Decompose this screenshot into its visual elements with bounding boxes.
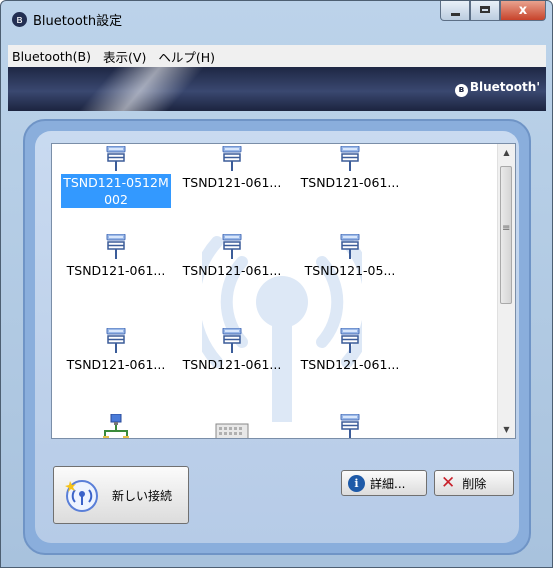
device-item[interactable] xyxy=(172,414,292,438)
device-label: TSND121-061... xyxy=(182,357,282,372)
serial-port-device-icon xyxy=(339,414,361,438)
device-item[interactable] xyxy=(56,414,176,438)
serial-port-device-icon xyxy=(105,328,127,354)
device-label: TSND121-061... xyxy=(66,357,166,372)
device-item[interactable]: TSND121-061... xyxy=(56,234,176,279)
device-item[interactable]: TSND121-061... xyxy=(172,234,292,279)
scroll-down-arrow-icon[interactable]: ▼ xyxy=(498,421,515,438)
serial-port-device-icon xyxy=(221,328,243,354)
device-label: TSND121-0512M002 xyxy=(61,174,171,208)
device-item[interactable]: TSND121-0512M002 xyxy=(56,146,176,208)
menu-bluetooth[interactable]: Bluetooth(B) xyxy=(8,49,97,64)
header-banner: ʙ Bluetooth' xyxy=(8,67,546,111)
delete-label: 削除 xyxy=(462,476,487,491)
delete-button[interactable]: ✕ 削除 xyxy=(434,470,514,496)
scroll-up-arrow-icon[interactable]: ▲ xyxy=(498,144,515,161)
delete-x-icon: ✕ xyxy=(441,472,456,493)
device-item[interactable]: TSND121-061... xyxy=(172,146,292,191)
bluetooth-logo: ʙ Bluetooth' xyxy=(454,80,540,97)
device-item[interactable] xyxy=(290,414,410,438)
bluetooth-brand-suffix: ' xyxy=(536,80,540,94)
menu-bar: Bluetooth(B) 表示(V) ヘルプ(H) xyxy=(8,45,546,67)
device-label: TSND121-061... xyxy=(300,357,400,372)
device-item[interactable]: TSND121-05... xyxy=(290,234,410,279)
device-item[interactable]: TSND121-061... xyxy=(172,328,292,373)
device-item[interactable]: TSND121-061... xyxy=(56,328,176,373)
serial-port-device-icon xyxy=(221,146,243,172)
banner-decoration xyxy=(47,67,249,111)
bluetooth-brand-text: Bluetooth xyxy=(469,80,537,94)
new-connection-button[interactable]: 新しい接続 xyxy=(53,466,189,524)
close-button[interactable]: x xyxy=(500,1,546,21)
vertical-scrollbar[interactable]: ▲ ▼ xyxy=(497,144,515,438)
device-label: TSND121-061... xyxy=(66,263,166,278)
serial-port-device-icon xyxy=(105,146,127,172)
device-label: TSND121-061... xyxy=(300,175,400,190)
serial-port-device-icon xyxy=(339,234,361,260)
serial-port-device-icon xyxy=(105,234,127,260)
info-icon: i xyxy=(348,474,365,492)
window-title: Bluetooth設定 xyxy=(33,14,123,29)
maximize-button[interactable] xyxy=(470,1,500,21)
serial-port-device-icon xyxy=(339,146,361,172)
device-label: TSND121-061... xyxy=(182,175,282,190)
device-item[interactable]: TSND121-061... xyxy=(290,328,410,373)
network-device-icon xyxy=(103,414,129,438)
bluetooth-mark-icon: ʙ xyxy=(454,84,468,97)
serial-port-device-icon xyxy=(339,328,361,354)
details-label: 詳細... xyxy=(370,476,406,491)
bluetooth-settings-window: ʙ Bluetooth設定 x Bluetooth(B) 表示(V) ヘルプ(H… xyxy=(0,0,553,568)
details-button[interactable]: i 詳細... xyxy=(341,470,427,496)
bluetooth-icon: ʙ xyxy=(12,12,27,27)
keyboard-device-icon xyxy=(215,414,249,438)
serial-port-device-icon xyxy=(221,234,243,260)
device-label: TSND121-061... xyxy=(182,263,282,278)
device-item[interactable]: TSND121-061... xyxy=(290,146,410,191)
device-label: TSND121-05... xyxy=(304,263,396,278)
title-bar[interactable]: ʙ Bluetooth設定 x xyxy=(1,1,552,35)
menu-view[interactable]: 表示(V) xyxy=(97,47,152,66)
new-connection-label: 新しい接続 xyxy=(112,488,173,503)
scrollbar-thumb[interactable] xyxy=(500,166,512,304)
menu-help[interactable]: ヘルプ(H) xyxy=(152,47,221,66)
device-list[interactable]: TSND121-0512M002 TSND121-061... TSND121-06… xyxy=(51,143,516,439)
window-controls: x xyxy=(440,1,546,23)
new-connection-icon xyxy=(65,480,98,512)
minimize-button[interactable] xyxy=(440,1,470,21)
